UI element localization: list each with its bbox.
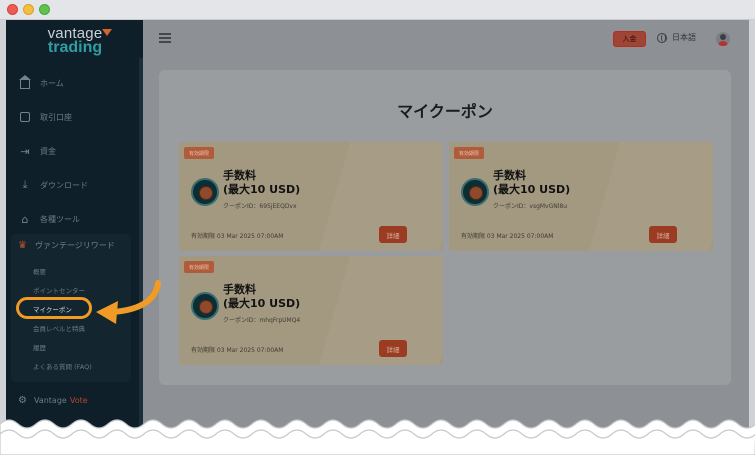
browser-frame: vantage trading ホーム 取引口座 ⇥ 資金 ⤓ ダウンロード ⌂… [0, 0, 755, 455]
torn-edge [0, 419, 755, 455]
annotation-arrow-icon [96, 280, 161, 324]
